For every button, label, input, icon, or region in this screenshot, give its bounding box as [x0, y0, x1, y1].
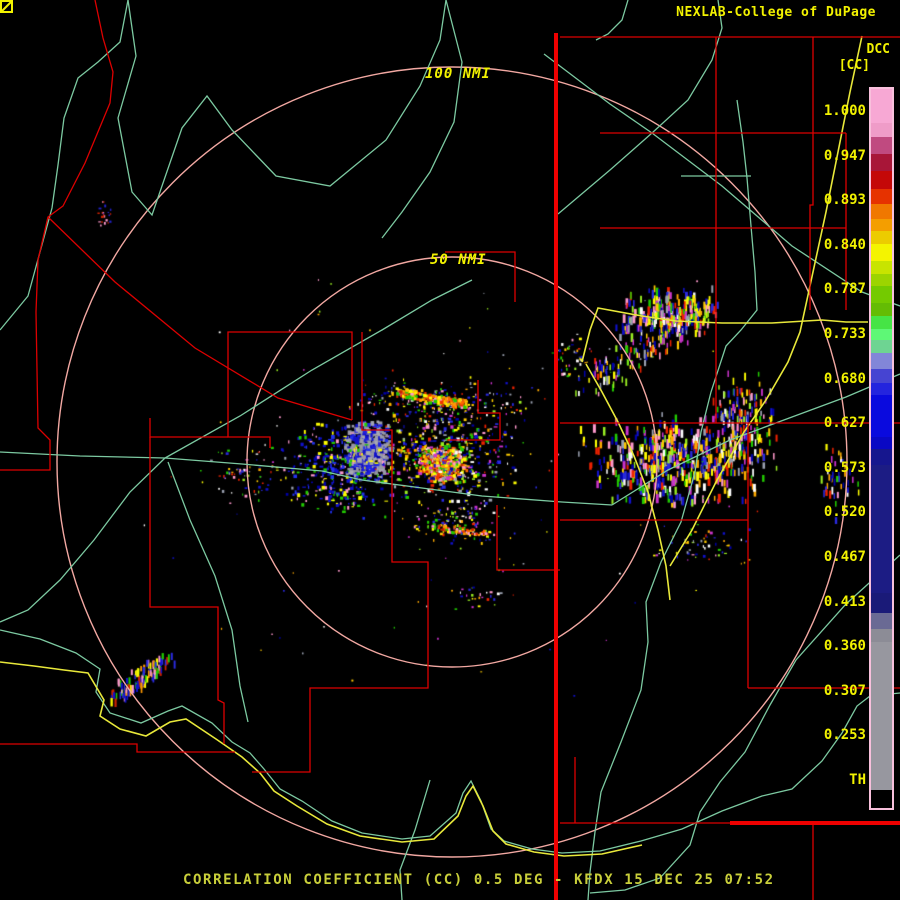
- colorbar-segment: [871, 244, 892, 261]
- colorbar-label: 0.413: [823, 593, 866, 610]
- colorbar-segment: [871, 437, 892, 449]
- nexlab-logo-icon: [0, 0, 13, 13]
- colorbar-label: 0.680: [823, 370, 866, 387]
- colorbar-label: 0.573: [823, 459, 866, 476]
- colorbar-label: 0.733: [823, 326, 866, 342]
- colorbar-segment: [871, 89, 892, 123]
- colorbar-segment: [871, 369, 892, 383]
- colorbar-label: 0.840: [823, 236, 866, 253]
- colorbar-segment: [871, 123, 892, 137]
- colorbar-segment: [871, 171, 892, 189]
- colorbar-segment: [871, 137, 892, 154]
- colorbar-segment: [871, 593, 892, 613]
- page-title: NEXLAB-College of DuPage: [676, 5, 876, 20]
- colorbar-label: 0.893: [823, 192, 866, 209]
- colorbar-label: 0.253: [823, 727, 866, 744]
- colorbar-segment: [871, 274, 892, 286]
- colorbar-segment: [871, 286, 892, 303]
- colorbar-segment: [871, 329, 892, 340]
- colorbar-label: 0.627: [823, 415, 866, 432]
- colorbar-segment: [871, 353, 892, 369]
- colorbar-label: 0.947: [823, 147, 866, 164]
- colorbar-segment: [871, 465, 892, 593]
- colorbar-label: 0.307: [823, 682, 866, 699]
- colorbar-segment: [871, 316, 892, 329]
- colorbar-segment: [871, 383, 892, 395]
- colorbar-segment: [871, 790, 892, 808]
- colorbar-label: 0.467: [823, 549, 866, 565]
- colorbar-segment: [871, 303, 892, 316]
- basemap-overlay: [0, 0, 900, 900]
- colorbar-segment: [871, 219, 892, 231]
- colorbar-segment: [871, 629, 892, 642]
- colorbar-segment: [871, 189, 892, 204]
- range-ring-label-50nmi: 50 NMI: [430, 252, 487, 268]
- colorbar-segment: [871, 340, 892, 353]
- colorbar-segment: [871, 642, 892, 790]
- colorbar-label: 0.520: [823, 504, 866, 521]
- colorbar-label: 0.787: [823, 281, 866, 298]
- colorbar-segment: [871, 154, 892, 171]
- colorbar-subtitle: [CC]: [838, 58, 870, 73]
- range-ring-label-100nmi: 100 NMI: [425, 66, 492, 82]
- colorbar-label: 1.000: [823, 103, 866, 119]
- colorbar-segment: [871, 231, 892, 244]
- colorbar-segment: [871, 449, 892, 465]
- colorbar-segment: [871, 261, 892, 274]
- colorbar-segment: [871, 204, 892, 219]
- colorbar-segment: [871, 613, 892, 629]
- product-caption: CORRELATION COEFFICIENT (CC) 0.5 DEG - K…: [183, 872, 775, 888]
- colorbar-label: 0.360: [823, 638, 866, 655]
- radar-display: 100 NMI 50 NMI NEXLAB-College of DuPage …: [0, 0, 900, 900]
- colorbar: [869, 87, 894, 810]
- colorbar-threshold-label: TH: [849, 772, 866, 788]
- colorbar-title: DCC: [866, 42, 890, 57]
- colorbar-segment: [871, 395, 892, 437]
